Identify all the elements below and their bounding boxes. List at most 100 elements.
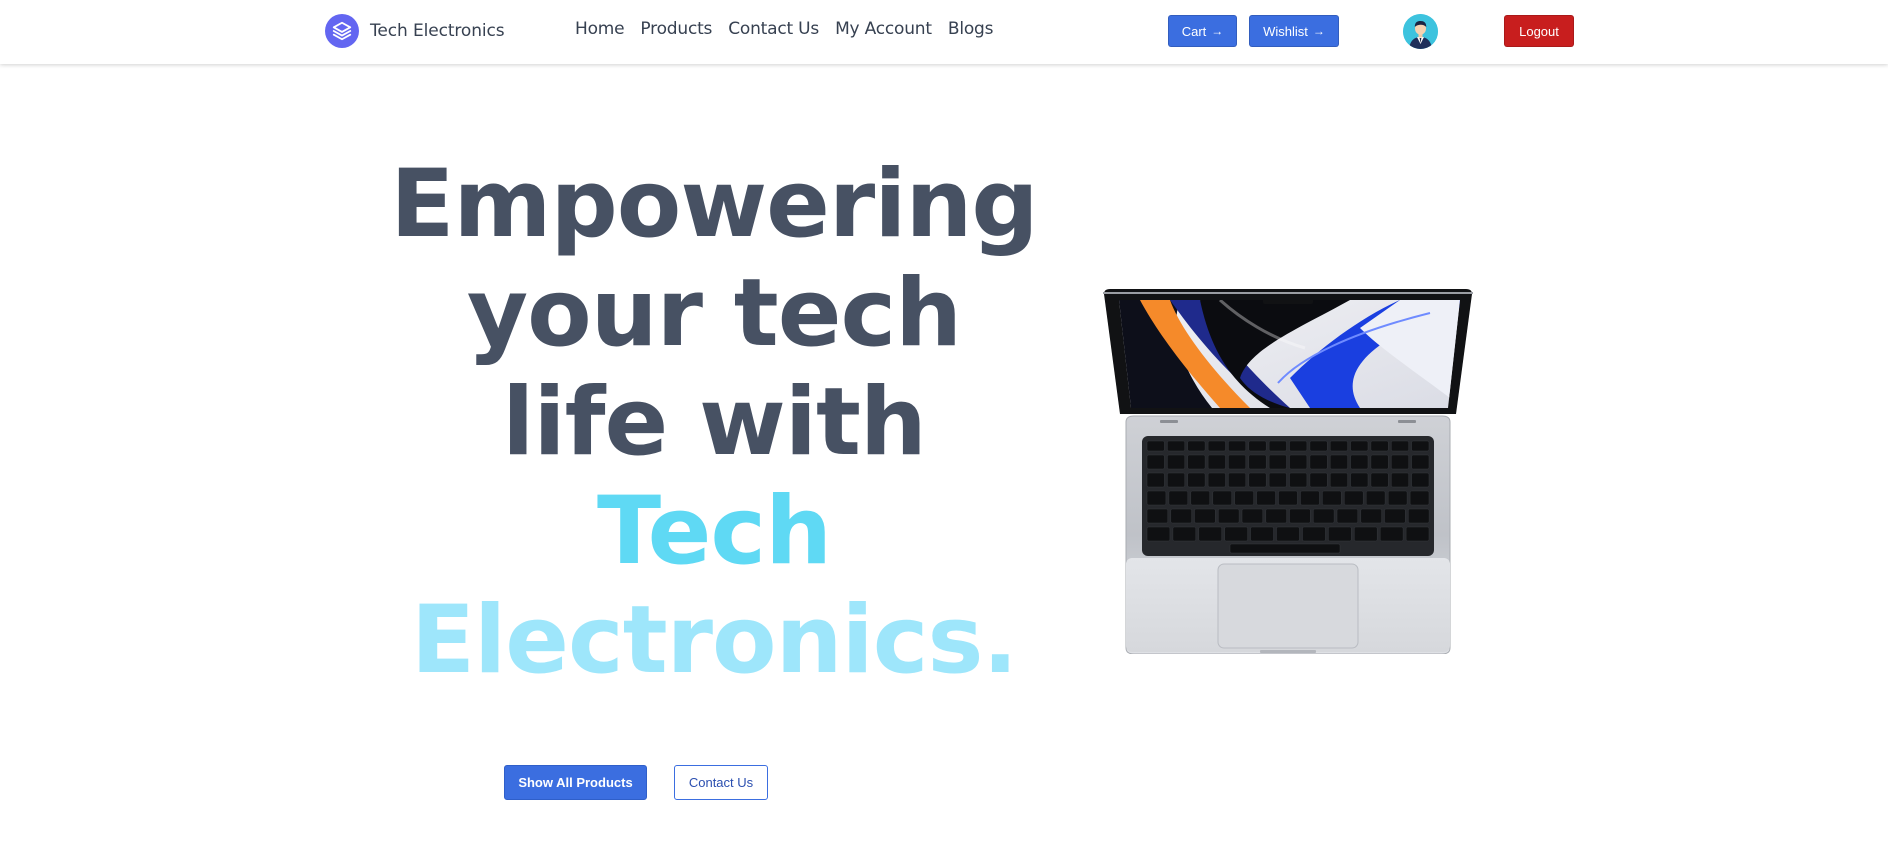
keyboard-key	[1354, 526, 1378, 542]
keyboard-key	[1268, 472, 1287, 488]
keyboard-key	[1146, 472, 1165, 488]
hero-accent-line-1: Tech	[596, 477, 832, 586]
keyboard-key	[1289, 472, 1308, 488]
keyboard-key	[1207, 472, 1226, 488]
keyboard-key	[1250, 526, 1274, 542]
nav-blogs[interactable]: Blogs	[948, 19, 994, 39]
cart-button-label: Cart	[1181, 23, 1207, 39]
keyboard-key	[1391, 454, 1409, 470]
keyboard-key	[1405, 526, 1430, 542]
hero-line-2: your tech	[466, 259, 962, 368]
keyboard-key	[1256, 490, 1276, 506]
keyboard-key	[1387, 490, 1408, 506]
keyboard-key	[1172, 526, 1197, 542]
brand[interactable]: Tech Electronics	[325, 13, 505, 49]
nav-my-account[interactable]: My Account	[835, 19, 932, 39]
keyboard-key	[1146, 508, 1169, 524]
hero-line-1: Empowering	[390, 150, 1038, 259]
nav-products[interactable]: Products	[640, 19, 712, 39]
keyboard-key	[1309, 454, 1328, 470]
arrow-right-icon: →	[1312, 24, 1325, 38]
hero-line-3: life with	[502, 368, 927, 477]
keyboard-key	[1328, 526, 1352, 542]
keyboard-key	[1248, 440, 1267, 452]
keyboard-key	[1309, 440, 1328, 452]
keyboard-key	[1411, 440, 1430, 452]
keyboard-key	[1329, 454, 1348, 470]
keyboard-key	[1384, 508, 1406, 524]
top-navbar: Tech Electronics Home Products Contact U…	[0, 0, 1888, 64]
nav-home[interactable]: Home	[575, 19, 625, 39]
keyboard-key	[1411, 454, 1430, 470]
arrow-right-icon: →	[1211, 24, 1224, 38]
keyboard-key	[1187, 472, 1206, 488]
keyboard-key	[1146, 490, 1167, 506]
keyboard-key	[1190, 490, 1210, 506]
keyboard-key	[1408, 508, 1430, 524]
keyboard-key	[1278, 490, 1298, 506]
stacked-layers-icon	[325, 14, 359, 48]
keyboard-key	[1300, 490, 1320, 506]
keyboard-key	[1265, 508, 1287, 524]
keyboard-key	[1198, 526, 1222, 542]
keyboard-key	[1350, 472, 1369, 488]
keyboard-key	[1322, 490, 1342, 506]
wishlist-button-label: Wishlist	[1263, 23, 1308, 39]
main-nav: Home Products Contact Us My Account Blog…	[575, 19, 993, 39]
keyboard-key	[1268, 454, 1287, 470]
keyboard-key	[1289, 508, 1311, 524]
keyboard-key	[1289, 454, 1308, 470]
keyboard-key	[1168, 490, 1189, 506]
keyboard-key	[1268, 440, 1287, 452]
keyboard-key	[1207, 454, 1226, 470]
keyboard-key	[1207, 440, 1226, 452]
user-avatar-icon[interactable]	[1403, 14, 1438, 49]
keyboard-key	[1187, 454, 1206, 470]
keyboard-key	[1370, 440, 1389, 452]
keyboard-key	[1370, 454, 1389, 470]
contact-us-button[interactable]: Contact Us	[674, 765, 768, 800]
keyboard-key	[1409, 490, 1430, 506]
keyboard-key	[1248, 454, 1267, 470]
keyboard-spacebar	[1229, 543, 1341, 554]
keyboard-key	[1241, 508, 1264, 524]
keyboard-key	[1218, 508, 1240, 524]
keyboard-key	[1391, 472, 1409, 488]
keyboard-key	[1302, 526, 1326, 542]
keyboard-key	[1350, 454, 1369, 470]
keyboard-key	[1276, 526, 1300, 542]
keyboard-key	[1146, 454, 1165, 470]
keyboard-key	[1365, 490, 1386, 506]
keyboard-key	[1224, 526, 1248, 542]
keyboard-key	[1167, 454, 1186, 470]
keyboard-key	[1411, 472, 1430, 488]
brand-name: Tech Electronics	[370, 21, 505, 41]
keyboard-key	[1336, 508, 1359, 524]
keyboard-key	[1370, 472, 1389, 488]
keyboard-key	[1212, 490, 1232, 506]
keyboard-key	[1228, 472, 1247, 488]
hero-accent-line-2: Electronics.	[410, 586, 1018, 695]
keyboard-key	[1167, 472, 1186, 488]
keyboard-key	[1309, 472, 1328, 488]
wishlist-button[interactable]: Wishlist →	[1249, 15, 1339, 47]
keyboard-key	[1248, 472, 1267, 488]
keyboard-key	[1146, 526, 1171, 542]
keyboard-key	[1391, 440, 1409, 452]
laptop-illustration	[1100, 288, 1476, 655]
keyboard-key	[1329, 440, 1348, 452]
keyboard-key	[1228, 440, 1247, 452]
keyboard-key	[1194, 508, 1216, 524]
keyboard-key	[1313, 508, 1335, 524]
logout-button[interactable]: Logout	[1504, 15, 1574, 47]
keyboard-key	[1289, 440, 1308, 452]
keyboard-key	[1379, 526, 1404, 542]
show-all-products-button[interactable]: Show All Products	[504, 765, 647, 800]
cart-button[interactable]: Cart →	[1168, 15, 1237, 47]
keyboard-key	[1187, 440, 1206, 452]
keyboard-key	[1167, 440, 1186, 452]
keyboard-key	[1329, 472, 1348, 488]
keyboard-key	[1146, 440, 1165, 452]
nav-contact-us[interactable]: Contact Us	[728, 19, 819, 39]
keyboard-key	[1350, 440, 1369, 452]
